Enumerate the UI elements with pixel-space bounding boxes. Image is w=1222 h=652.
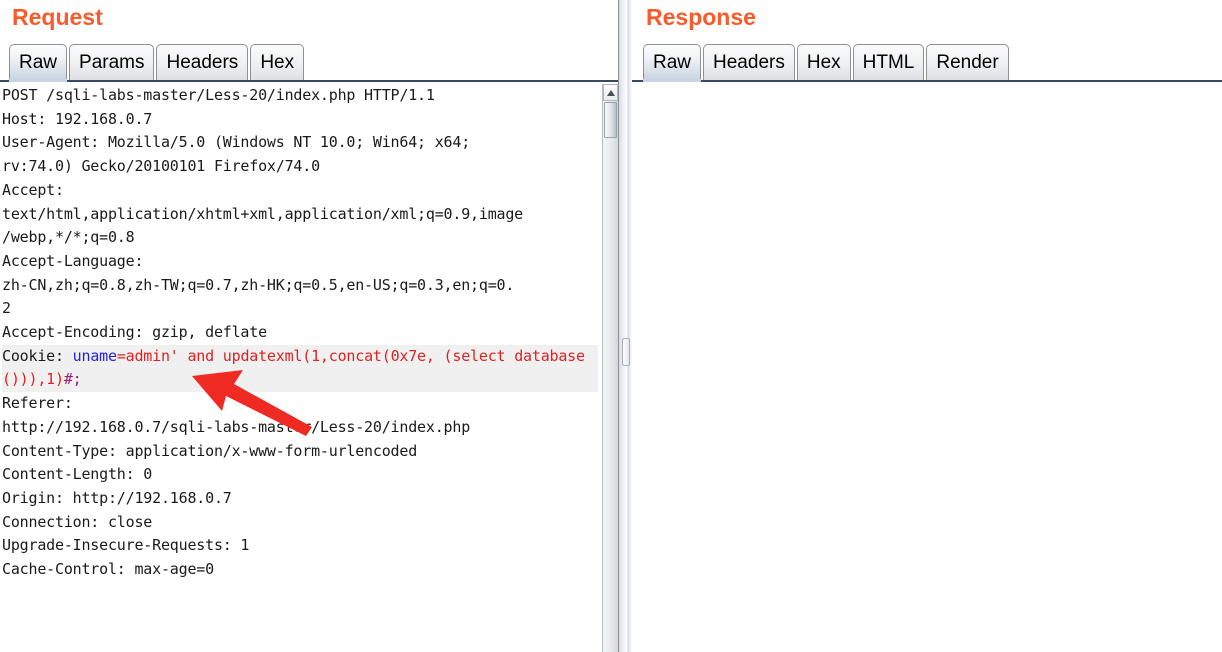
- request-line: Origin: http://192.168.0.7: [2, 488, 232, 507]
- request-scrollbar-thumb[interactable]: [604, 102, 617, 138]
- tab-response-html[interactable]: HTML: [852, 44, 925, 80]
- response-tabstrip: Raw Headers Hex HTML Render: [643, 42, 1011, 82]
- tab-response-headers-label: Headers: [713, 51, 785, 73]
- request-cookie-line[interactable]: Cookie: uname=admin' and updatexml(1,con…: [2, 344, 598, 393]
- request-line: Content-Length: 0: [2, 465, 153, 484]
- request-line: zh-CN,zh;q=0.8,zh-TW;q=0.7,zh-HK;q=0.5,e…: [2, 275, 515, 294]
- request-panel-title: Request: [12, 4, 103, 30]
- request-line: Referer:: [2, 394, 73, 413]
- request-vertical-scrollbar[interactable]: [602, 84, 618, 652]
- tab-request-raw[interactable]: Raw: [9, 44, 68, 82]
- panel-split-divider[interactable]: [618, 0, 632, 652]
- tab-response-hex-label: Hex: [806, 51, 841, 73]
- response-panel-title: Response: [646, 4, 756, 30]
- tab-response-raw-label: Raw: [653, 51, 692, 73]
- tab-request-headers[interactable]: Headers: [156, 44, 249, 80]
- tab-response-raw[interactable]: Raw: [643, 44, 702, 82]
- request-tabstrip: Raw Params Headers Hex: [9, 42, 306, 82]
- response-tabs-underline: [632, 80, 1222, 82]
- request-line: Cache-Control: max-age=0: [2, 560, 214, 579]
- cookie-param-name: uname: [72, 346, 117, 365]
- tab-request-raw-label: Raw: [19, 51, 58, 73]
- request-line: http://192.168.0.7/sqli-labs-master/Less…: [2, 417, 471, 436]
- request-line: /webp,*/*;q=0.8: [2, 228, 135, 247]
- request-line: Upgrade-Insecure-Requests: 1: [2, 536, 250, 555]
- request-line: Accept-Encoding: gzip, deflate: [2, 323, 267, 342]
- scroll-up-arrow-icon[interactable]: [603, 84, 618, 101]
- tab-response-headers[interactable]: Headers: [703, 44, 795, 80]
- request-line: Connection: close: [2, 512, 153, 531]
- tab-request-hex[interactable]: Hex: [250, 44, 305, 80]
- burp-suite-repeater-window: Request Raw Params Headers Hex POST /sql…: [0, 0, 1222, 652]
- tab-request-params-label: Params: [79, 51, 145, 73]
- tab-response-render[interactable]: Render: [926, 44, 1009, 80]
- split-divider-grip[interactable]: [622, 338, 630, 366]
- request-line: Host: 192.168.0.7: [2, 109, 153, 128]
- request-line: User-Agent: Mozilla/5.0 (Windows NT 10.0…: [2, 133, 471, 152]
- tab-response-html-label: HTML: [862, 51, 915, 73]
- tab-request-hex-label: Hex: [260, 51, 295, 73]
- cookie-label: Cookie:: [2, 346, 73, 365]
- request-line: POST /sqli-labs-master/Less-20/index.php…: [2, 86, 435, 104]
- request-panel: Request Raw Params Headers Hex POST /sql…: [0, 0, 618, 652]
- request-line: Content-Type: application/x-www-form-url…: [2, 441, 418, 460]
- request-tabs-underline: [0, 80, 618, 82]
- tab-response-render-label: Render: [936, 51, 999, 73]
- tab-request-headers-label: Headers: [166, 51, 239, 73]
- request-line: rv:74.0) Gecko/20100101 Firefox/74.0: [2, 157, 320, 176]
- request-line: Accept-Language:: [2, 251, 144, 270]
- request-line: 2: [2, 299, 11, 318]
- request-line: text/html,application/xhtml+xml,applicat…: [2, 204, 524, 223]
- response-panel: Response Raw Headers Hex HTML Render str…: [632, 0, 1222, 652]
- tab-response-hex[interactable]: Hex: [796, 44, 851, 80]
- cookie-terminator: #;: [63, 370, 82, 389]
- tab-request-params[interactable]: Params: [69, 44, 155, 80]
- request-raw-text[interactable]: POST /sqli-labs-master/Less-20/index.php…: [2, 84, 598, 582]
- request-line: Accept:: [2, 180, 64, 199]
